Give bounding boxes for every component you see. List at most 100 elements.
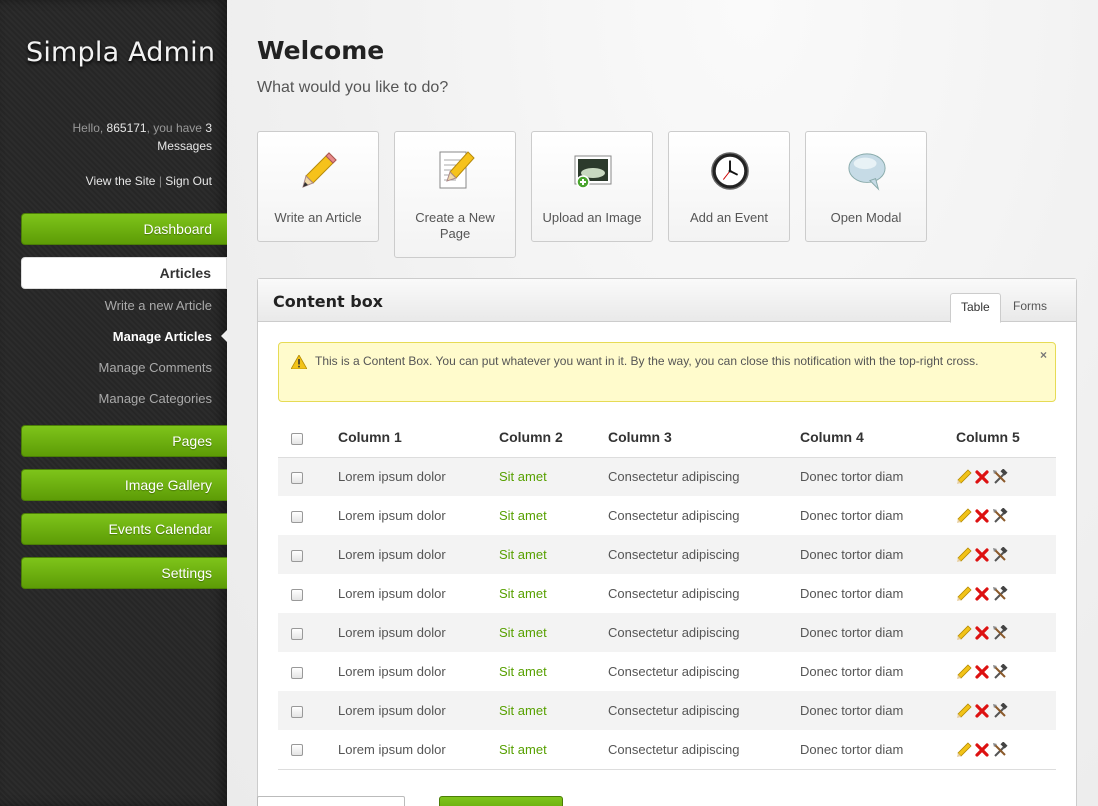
row-select-cell <box>278 457 338 496</box>
table-cell[interactable]: Sit amet <box>499 496 608 535</box>
delete-icon[interactable] <box>974 469 990 485</box>
column-header[interactable]: Column 2 <box>499 418 608 458</box>
edit-icon[interactable] <box>956 625 972 641</box>
column-header[interactable]: Column 4 <box>800 418 956 458</box>
subnav-write-article[interactable]: Write a new Article <box>105 298 212 313</box>
delete-icon[interactable] <box>974 508 990 524</box>
tools-icon[interactable] <box>992 546 1008 563</box>
tools-icon[interactable] <box>992 663 1008 680</box>
row-actions <box>956 652 1056 691</box>
table-row: Lorem ipsum dolor Sit amet Consectetur adi… <box>278 691 1056 730</box>
username[interactable]: 865171 <box>107 121 147 135</box>
image-upload-icon <box>574 155 612 189</box>
row-checkbox[interactable] <box>291 549 303 562</box>
shortcut-open-modal[interactable]: Open Modal <box>805 131 927 242</box>
row-checkbox[interactable] <box>291 471 303 484</box>
nav-articles[interactable]: Articles <box>21 257 227 289</box>
delete-icon[interactable] <box>974 703 990 719</box>
shortcut-write-article[interactable]: Write an Article <box>257 131 379 242</box>
tools-icon[interactable] <box>992 624 1008 641</box>
delete-icon[interactable] <box>974 664 990 680</box>
table-cell[interactable]: Sit amet <box>499 457 608 496</box>
delete-icon[interactable] <box>974 547 990 563</box>
nav-image-gallery[interactable]: Image Gallery <box>21 469 227 501</box>
tools-icon[interactable] <box>992 507 1008 524</box>
notification-text: This is a Content Box. You can put whate… <box>315 354 979 368</box>
edit-icon[interactable] <box>956 586 972 602</box>
tools-icon[interactable] <box>992 469 1008 485</box>
tools-icon[interactable] <box>992 702 1008 719</box>
table-cell: Donec tortor diam <box>800 547 904 562</box>
sign-out-link[interactable]: Sign Out <box>165 174 212 188</box>
row-actions <box>956 730 1056 770</box>
delete-icon[interactable] <box>974 625 990 641</box>
tab-forms[interactable]: Forms <box>1003 293 1057 323</box>
bulk-action-select[interactable] <box>257 796 405 806</box>
delete-icon[interactable] <box>974 586 990 602</box>
subnav-manage-articles[interactable]: Manage Articles <box>113 329 212 344</box>
table-cell: Lorem ipsum dolor <box>338 547 446 562</box>
row-checkbox[interactable] <box>291 588 303 601</box>
apply-button[interactable] <box>439 796 563 806</box>
edit-icon[interactable] <box>956 664 972 680</box>
table-cell[interactable]: Sit amet <box>499 574 608 613</box>
close-icon[interactable]: × <box>1040 346 1047 365</box>
table-row: Lorem ipsum dolor Sit amet Consectetur adi… <box>278 730 1056 770</box>
table-cell: Donec tortor diam <box>800 508 904 523</box>
row-actions <box>956 535 1056 574</box>
shortcut-upload-image[interactable]: Upload an Image <box>531 131 653 242</box>
table-cell: Donec tortor diam <box>800 625 904 640</box>
view-site-link[interactable]: View the Site <box>86 174 156 188</box>
row-actions <box>956 613 1056 652</box>
edit-icon[interactable] <box>956 703 972 719</box>
row-actions <box>956 574 1056 613</box>
row-actions <box>956 496 1056 535</box>
table-cell: Donec tortor diam <box>800 664 904 679</box>
shortcut-create-page[interactable]: Create a New Page <box>394 131 516 258</box>
delete-icon[interactable] <box>974 742 990 758</box>
profile-greeting: Hello, 865171, you have 3 Messages <box>32 119 212 155</box>
nav-dashboard[interactable]: Dashboard <box>21 213 227 245</box>
nav-settings[interactable]: Settings <box>21 557 227 589</box>
subnav-manage-categories[interactable]: Manage Categories <box>99 391 212 406</box>
shortcut-add-event[interactable]: Add an Event <box>668 131 790 242</box>
table-cell[interactable]: Sit amet <box>499 652 608 691</box>
tools-icon[interactable] <box>992 741 1008 758</box>
column-header[interactable]: Column 5 <box>956 418 1056 458</box>
table-cell: Lorem ipsum dolor <box>338 469 446 485</box>
edit-icon[interactable] <box>956 547 972 563</box>
subnav-manage-comments[interactable]: Manage Comments <box>99 360 212 375</box>
table-cell[interactable]: Sit amet <box>499 535 608 574</box>
edit-icon[interactable] <box>956 508 972 524</box>
shortcut-label: Create a New Page <box>415 210 495 241</box>
table-header-row: Column 1 Column 2 Column 3 Column 4 Colu… <box>278 418 1056 458</box>
notification-box: This is a Content Box. You can put whate… <box>278 342 1056 402</box>
row-checkbox[interactable] <box>291 666 303 679</box>
column-header[interactable]: Column 1 <box>338 418 499 458</box>
select-all-checkbox[interactable] <box>291 432 303 445</box>
messages-link[interactable]: Messages <box>157 139 212 153</box>
edit-icon[interactable] <box>956 469 972 485</box>
table-cell[interactable]: Sit amet <box>499 613 608 652</box>
table-cell[interactable]: Sit amet <box>499 691 608 730</box>
pencil-icon <box>302 152 337 188</box>
table-row: Lorem ipsum dolor Sit amet Consectetur adi… <box>278 535 1056 574</box>
row-checkbox[interactable] <box>291 510 303 523</box>
message-count[interactable]: 3 <box>205 121 212 135</box>
row-checkbox[interactable] <box>291 627 303 640</box>
edit-icon[interactable] <box>956 741 972 758</box>
row-checkbox[interactable] <box>291 744 303 757</box>
tools-icon[interactable] <box>992 585 1008 602</box>
table-cell: Lorem ipsum dolor <box>338 664 446 679</box>
row-select-cell <box>278 613 338 652</box>
table-cell: Donec tortor diam <box>800 469 904 485</box>
nav-pages[interactable]: Pages <box>21 425 227 457</box>
row-checkbox[interactable] <box>291 705 303 718</box>
column-header[interactable]: Column 3 <box>608 418 800 458</box>
row-select-cell <box>278 730 338 770</box>
table-cell[interactable]: Sit amet <box>499 730 608 770</box>
app-logo[interactable]: Simpla Admin <box>26 37 215 68</box>
table-cell: Consectetur adipiscing <box>608 586 740 601</box>
nav-events-calendar[interactable]: Events Calendar <box>21 513 227 545</box>
tab-table[interactable]: Table <box>950 293 1001 323</box>
